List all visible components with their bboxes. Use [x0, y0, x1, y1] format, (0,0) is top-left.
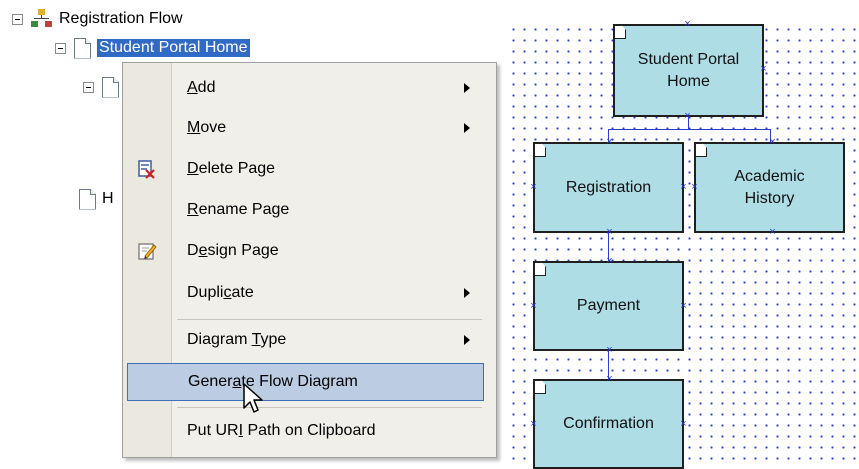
- page-corner-icon: [534, 262, 546, 276]
- anchor-icon[interactable]: ×: [529, 419, 538, 430]
- menu-separator: [177, 319, 482, 320]
- menu-item-rename-page[interactable]: Rename Page: [123, 191, 496, 229]
- menu-separator: [177, 407, 482, 408]
- submenu-arrow-icon: [464, 288, 470, 298]
- anchor-icon[interactable]: ×: [529, 182, 538, 193]
- menu-item-generate-flow-diagram[interactable]: Generate Flow Diagram: [127, 363, 484, 401]
- menu-item-label: Delete Page: [187, 160, 276, 177]
- page-corner-icon: [614, 25, 626, 39]
- diagram-node-registration[interactable]: Registration × × × ×: [530, 137, 686, 238]
- anchor-icon[interactable]: ×: [768, 227, 777, 238]
- collapse-toggle[interactable]: [55, 42, 66, 54]
- flow-icon: [31, 9, 53, 29]
- menu-item-label: Design Page: [187, 242, 279, 259]
- diagram-node-student-portal-home[interactable]: Student Portal Home × × ×: [613, 19, 767, 122]
- menu-item-duplicate[interactable]: Duplicate: [123, 274, 496, 312]
- node-label: Student Portal Home: [637, 50, 740, 90]
- page-icon: [74, 37, 91, 59]
- anchor-icon[interactable]: ×: [683, 111, 692, 122]
- node-label: Confirmation: [563, 415, 654, 432]
- tree-root-label: Registration Flow: [59, 10, 183, 27]
- tree-item-label: H: [102, 190, 114, 207]
- context-menu[interactable]: Add Move Delete Page Rename Page Design …: [122, 62, 497, 458]
- menu-item-design-page[interactable]: Design Page: [123, 232, 496, 270]
- anchor-icon[interactable]: ×: [605, 137, 614, 148]
- node-label: Payment: [576, 297, 641, 314]
- menu-item-move[interactable]: Move: [123, 109, 496, 147]
- connector-line: [608, 129, 771, 130]
- tree-item-child[interactable]: [83, 76, 125, 98]
- diagram-node-payment[interactable]: Payment × × × ×: [530, 256, 686, 356]
- menu-item-diagram-type[interactable]: Diagram Type: [123, 321, 496, 359]
- menu-item-label: Move: [187, 119, 227, 136]
- page-corner-icon: [695, 143, 707, 157]
- submenu-arrow-icon: [464, 83, 470, 93]
- page-corner-icon: [534, 143, 546, 157]
- anchor-icon[interactable]: ×: [679, 419, 688, 430]
- tree-item-student-portal-home[interactable]: Student Portal Home: [55, 37, 250, 59]
- node-label: Registration: [565, 178, 652, 196]
- menu-item-label: Diagram Type: [187, 331, 287, 348]
- page-icon: [79, 188, 96, 210]
- mouse-pointer-icon: [243, 383, 263, 413]
- anchor-icon[interactable]: ×: [768, 137, 777, 148]
- anchor-icon[interactable]: ×: [605, 256, 614, 267]
- anchor-icon[interactable]: ×: [529, 301, 538, 312]
- anchor-icon[interactable]: ×: [605, 345, 614, 356]
- menu-item-add[interactable]: Add: [123, 69, 496, 107]
- submenu-arrow-icon: [464, 335, 470, 345]
- collapse-toggle[interactable]: [83, 81, 94, 93]
- node-label: Academic History: [734, 167, 805, 207]
- anchor-icon[interactable]: ×: [605, 374, 614, 385]
- menu-item-put-uri-path[interactable]: Put URI Path on Clipboard: [123, 412, 496, 450]
- menu-item-label: Add: [187, 79, 216, 96]
- anchor-icon[interactable]: ×: [605, 227, 614, 238]
- anchor-icon[interactable]: ×: [683, 19, 692, 30]
- tree-item-label: Student Portal Home: [97, 39, 250, 57]
- page-corner-icon: [534, 380, 546, 394]
- menu-item-label: Duplicate: [187, 284, 254, 301]
- anchor-icon[interactable]: ×: [690, 182, 699, 193]
- design-page-icon: [138, 243, 157, 260]
- menu-item-label: Rename Page: [187, 201, 290, 218]
- diagram-node-academic-history[interactable]: Academic History × × ×: [691, 137, 845, 238]
- submenu-arrow-icon: [464, 123, 470, 133]
- anchor-icon[interactable]: ×: [759, 64, 768, 75]
- tree-item-partial[interactable]: H: [79, 188, 114, 210]
- menu-item-label: Generate Flow Diagram: [188, 373, 358, 390]
- collapse-toggle[interactable]: [12, 13, 23, 25]
- delete-page-icon: [138, 160, 155, 179]
- diagram-node-confirmation[interactable]: Confirmation × × ×: [530, 374, 687, 469]
- menu-item-delete-page[interactable]: Delete Page: [123, 150, 496, 188]
- page-icon: [102, 76, 119, 98]
- tree-root[interactable]: Registration Flow: [12, 8, 183, 30]
- anchor-icon[interactable]: ×: [679, 301, 688, 312]
- menu-item-label: Put URI Path on Clipboard: [187, 422, 376, 439]
- anchor-icon[interactable]: ×: [679, 182, 688, 193]
